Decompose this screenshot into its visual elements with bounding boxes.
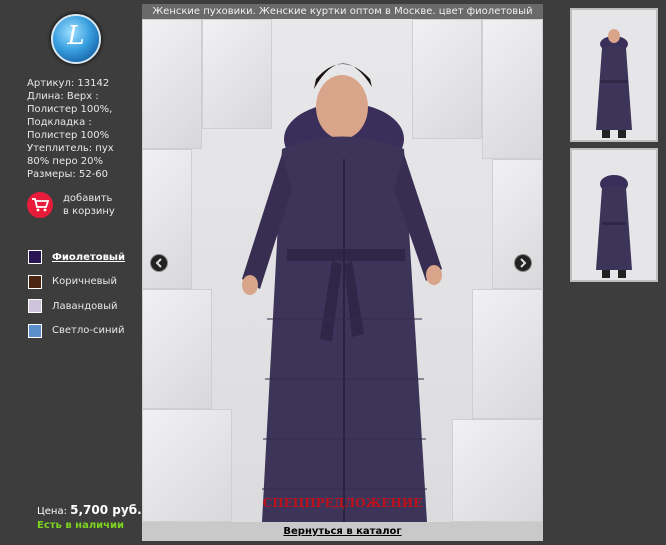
- thumbnail-image: [572, 10, 656, 140]
- back-bar: Вернуться в каталог: [142, 522, 543, 541]
- special-offer-label: СПЕЦПРЕДЛОЖЕНИЕ: [262, 496, 423, 510]
- color-label: Фиолетовый: [52, 251, 125, 263]
- color-swatch: [28, 323, 42, 338]
- logo-letter: L: [67, 21, 85, 51]
- product-specs: Артикул: 13142 Длина: Верх : Полистер 10…: [27, 77, 142, 181]
- price-value: 5,700 руб.: [70, 503, 142, 517]
- color-swatch: [28, 299, 42, 314]
- color-swatch: [28, 274, 42, 289]
- add-to-cart-button[interactable]: добавить в корзину: [27, 192, 115, 218]
- cart-label-line1: добавить: [63, 193, 113, 204]
- color-label: Лавандовый: [52, 300, 118, 312]
- color-label: Коричневый: [52, 276, 117, 288]
- cart-icon: [27, 192, 53, 218]
- thumbnail-front[interactable]: [570, 8, 658, 142]
- cart-label-line2: в корзину: [63, 206, 115, 217]
- spec-length: Длина: Верх :: [27, 91, 99, 102]
- spec-insulation-ratio: 80% перо 20%: [27, 156, 103, 167]
- chevron-left-icon: [155, 258, 162, 268]
- spec-article: Артикул: 13142: [27, 78, 110, 89]
- model-photo: [242, 63, 442, 522]
- color-option-light-blue[interactable]: Светло-синий: [28, 319, 125, 344]
- site-logo[interactable]: L: [51, 14, 101, 64]
- spec-insulation: Утеплитель: пух: [27, 143, 114, 154]
- price-label: Цена:: [37, 506, 67, 517]
- page-title: Женские пуховики. Женские куртки оптом в…: [142, 4, 543, 19]
- color-option-violet[interactable]: Фиолетовый: [28, 245, 125, 270]
- spec-material-lining: Полистер 100%: [27, 130, 110, 141]
- spec-material-top: Полистер 100%,: [27, 104, 113, 115]
- thumbnail-image: [572, 150, 656, 280]
- prev-image-button[interactable]: [150, 254, 168, 272]
- color-options: Фиолетовый Коричневый Лавандовый Светло-…: [28, 245, 125, 343]
- price: Цена: 5,700 руб.: [37, 503, 142, 517]
- color-label: Светло-синий: [52, 325, 125, 337]
- spec-sizes: Размеры: 52-60: [27, 169, 109, 180]
- chevron-right-icon: [520, 258, 527, 268]
- product-main-image: [142, 19, 543, 522]
- back-to-catalog-link[interactable]: Вернуться в каталог: [283, 526, 401, 537]
- color-option-lavender[interactable]: Лавандовый: [28, 294, 125, 319]
- spec-lining: Подкладка :: [27, 117, 92, 128]
- thumbnail-back[interactable]: [570, 148, 658, 282]
- color-swatch: [28, 250, 42, 265]
- next-image-button[interactable]: [514, 254, 532, 272]
- stock-status: Есть в наличии: [37, 520, 125, 531]
- color-option-brown[interactable]: Коричневый: [28, 270, 125, 295]
